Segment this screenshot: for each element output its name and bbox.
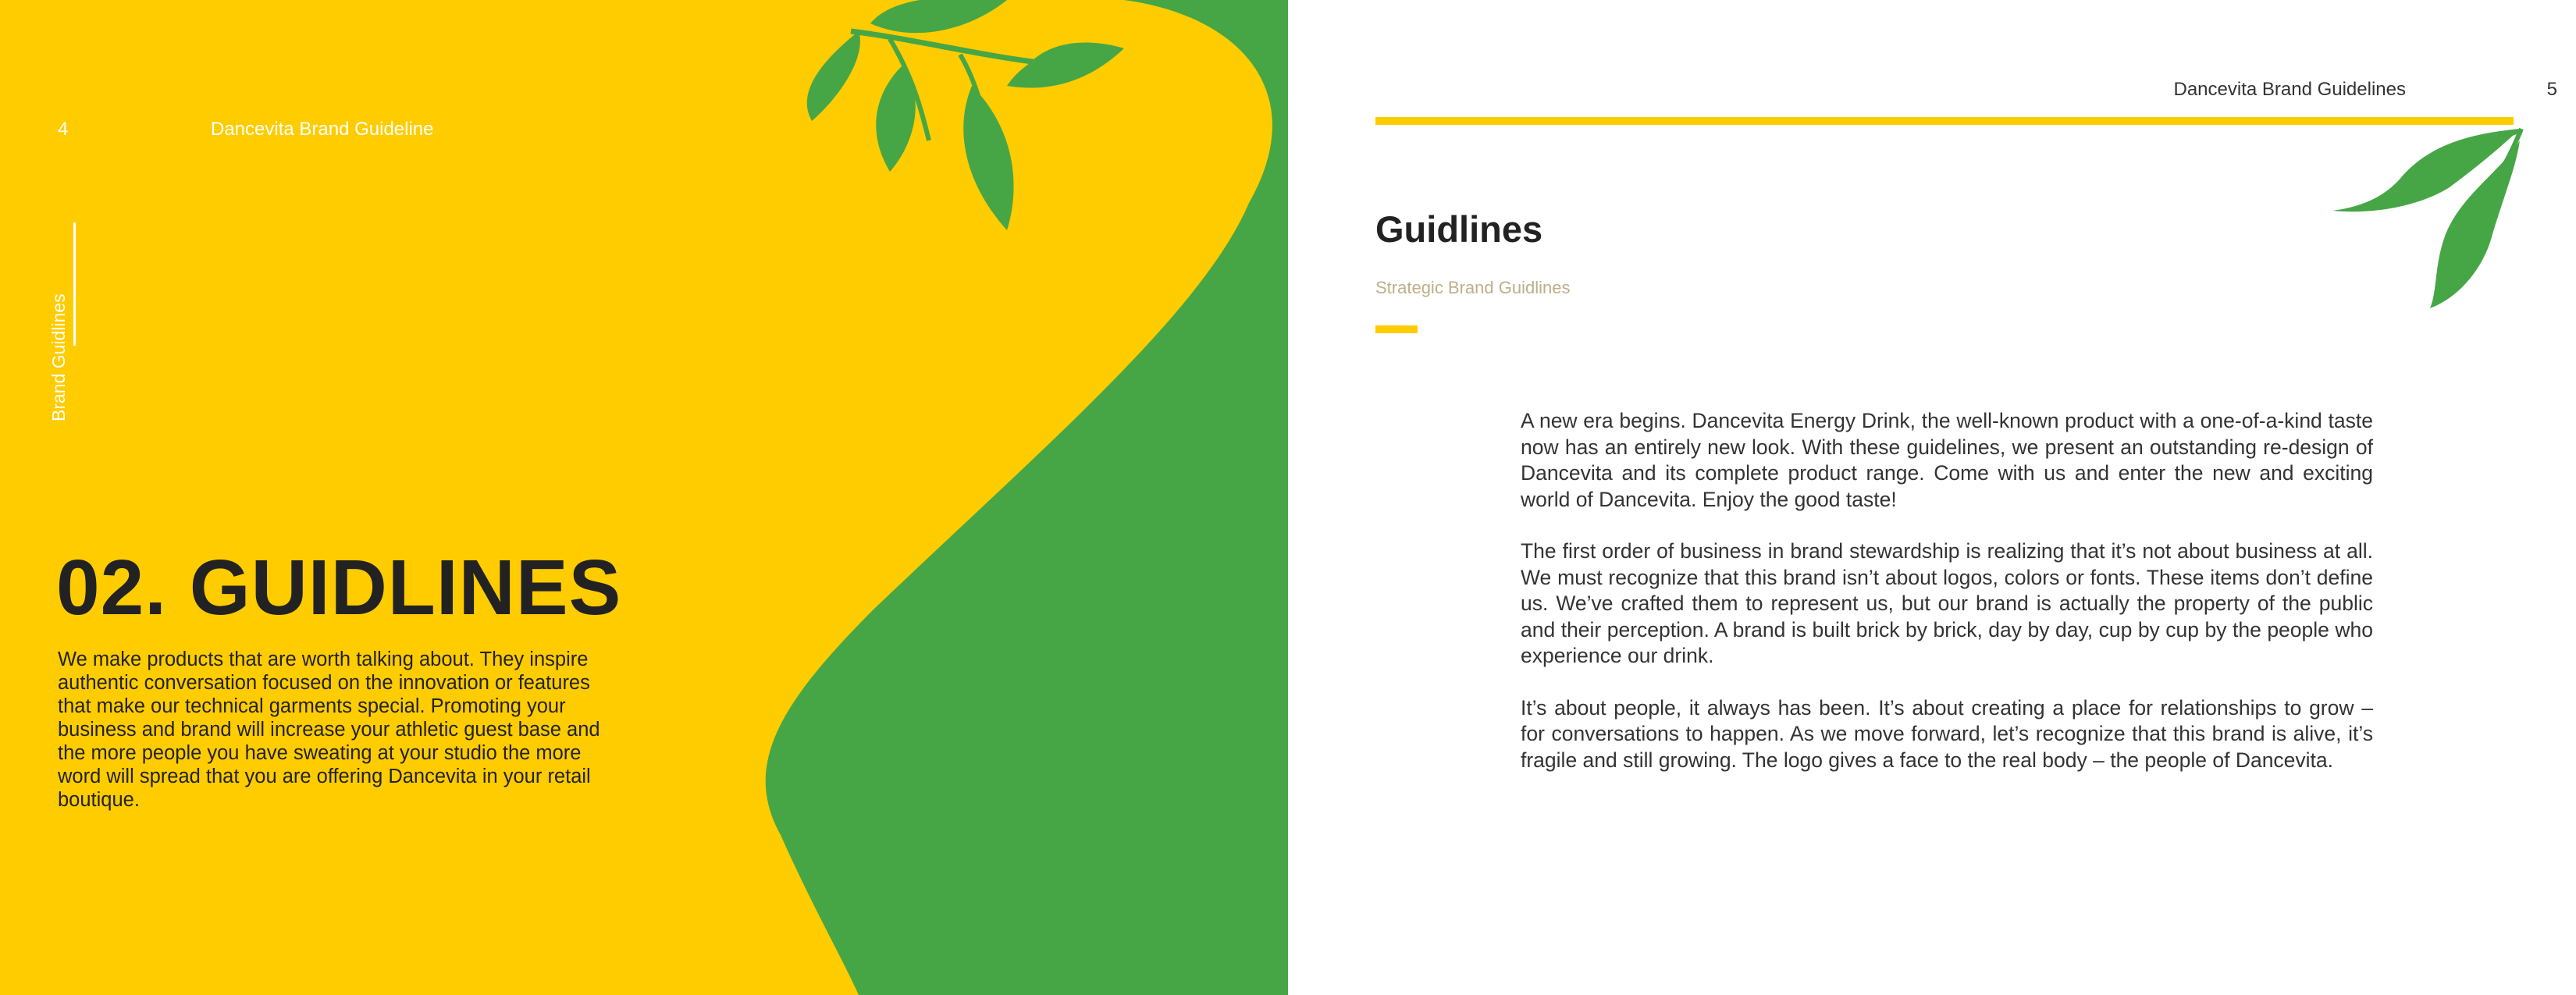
body-paragraph: The first order of business in brand ste… — [1521, 539, 2373, 667]
right-page: Dancevita Brand Guidelines 5 Guidlines S… — [1288, 0, 2576, 995]
body-paragraph: It’s about people, it always has been. I… — [1521, 695, 2373, 772]
running-header: Dancevita Brand Guideline — [211, 119, 434, 140]
body-paragraph: A new era begins. Dancevita Energy Drink… — [1521, 409, 2373, 511]
running-header: Dancevita Brand Guidelines — [2173, 79, 2406, 100]
brochure-spread: 4 Dancevita Brand Guideline Brand Guidli… — [0, 0, 2576, 995]
header-rule — [1375, 117, 2514, 125]
intro-paragraph: We make products that are worth talking … — [58, 649, 600, 811]
left-page: 4 Dancevita Brand Guideline Brand Guidli… — [0, 0, 1288, 995]
leaf-branch-icon — [806, 0, 1124, 230]
chapter-title: 02. GUIDLINES — [56, 544, 622, 631]
page-number: 4 — [58, 119, 69, 140]
section-title: Guidlines — [1375, 208, 1543, 250]
accent-bar — [1375, 325, 1418, 333]
vertical-section-label: Brand Guidlines — [48, 293, 69, 421]
leaf-sprig-icon — [2332, 127, 2524, 308]
page-number: 5 — [2546, 79, 2557, 100]
section-subtitle: Strategic Brand Guidlines — [1375, 278, 1571, 297]
body-copy: A new era begins. Dancevita Energy Drink… — [1521, 408, 2373, 799]
vertical-divider — [73, 222, 76, 346]
